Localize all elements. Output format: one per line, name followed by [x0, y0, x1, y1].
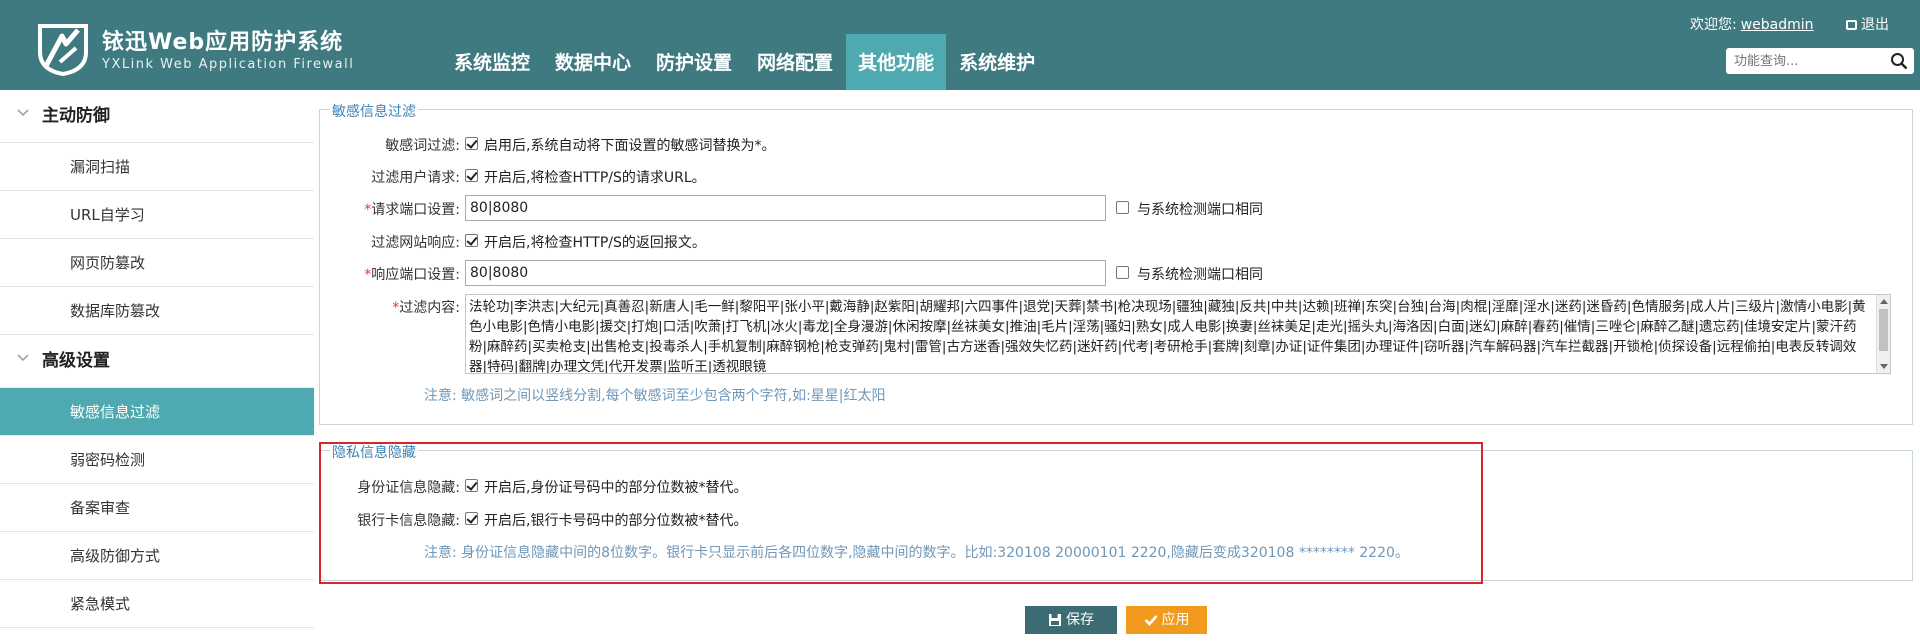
sidebar-item-weak-password[interactable]: 弱密码检测 — [0, 436, 314, 484]
nav-protection-settings[interactable]: 防护设置 — [644, 34, 744, 90]
resp-same-port-label: 与系统检测端口相同 — [1137, 267, 1263, 283]
sidebar-item-url-learning[interactable]: URL自学习 — [0, 191, 314, 239]
sidebar-group-advanced[interactable]: 高级设置 — [0, 335, 314, 387]
save-button[interactable]: 保存 — [1025, 606, 1117, 634]
app-subtitle: YXLink Web Application Firewall — [102, 57, 355, 72]
sidebar-item-vuln-scan[interactable]: 漏洞扫描 — [0, 143, 314, 191]
scroll-down-icon[interactable] — [1880, 364, 1888, 369]
sidebar-item-web-tamper[interactable]: 网页防篡改 — [0, 239, 314, 287]
req-port-label: *请求端口设置: — [364, 202, 460, 218]
logout-button[interactable]: 退出 — [1846, 14, 1889, 34]
function-search-input[interactable] — [1734, 51, 1884, 71]
chevron-down-icon — [17, 109, 29, 117]
req-same-port-label: 与系统检测端口相同 — [1137, 202, 1263, 218]
scroll-up-icon[interactable] — [1880, 299, 1888, 304]
filter-content-text: 法轮功|李洪志|大纪元|真善忍|新唐人|毛一鲜|黎阳平|张小平|戴海静|赵紫阳|… — [469, 299, 1866, 374]
nav-network-config[interactable]: 网络配置 — [745, 34, 845, 90]
resp-port-input[interactable] — [465, 260, 1106, 286]
resp-filter-desc: 开启后,将检查HTTP/S的返回报文。 — [484, 235, 706, 251]
sidebar-group-label: 高级设置 — [42, 351, 110, 371]
sidebar-item-db-tamper[interactable]: 数据库防篡改 — [0, 287, 314, 335]
nav-data-center[interactable]: 数据中心 — [543, 34, 643, 90]
chevron-down-icon — [17, 354, 29, 362]
req-port-label-text: 请求端口设置: — [371, 202, 460, 218]
content-label: *过滤内容: — [392, 300, 460, 316]
req-filter-desc: 开启后,将检查HTTP/S的请求URL。 — [484, 170, 706, 186]
main-nav: 系统监控 数据中心 防护设置 网络配置 其他功能 系统维护 — [442, 34, 1048, 90]
floppy-disk-icon — [1049, 614, 1061, 626]
welcome-label: 欢迎您: — [1690, 17, 1737, 33]
sidebar-item-emergency-mode[interactable]: 紧急模式 — [0, 580, 314, 628]
apply-label: 应用 — [1161, 612, 1190, 628]
nav-system-monitor[interactable]: 系统监控 — [442, 34, 542, 90]
save-label: 保存 — [1066, 612, 1094, 628]
apply-button[interactable]: 应用 — [1126, 606, 1207, 634]
sidebar-item-sensitive-filter[interactable]: 敏感信息过滤 — [0, 388, 314, 436]
lock-icon — [1846, 20, 1857, 30]
word-filter-label: 敏感词过滤: — [385, 138, 460, 154]
function-search — [1726, 48, 1914, 74]
nav-system-maintenance[interactable]: 系统维护 — [947, 34, 1047, 90]
sensitive-note: 注意: 敏感词之间以竖线分割,每个敏感词至少包含两个字符,如:星星|红太阳 — [424, 388, 886, 404]
resp-filter-checkbox[interactable] — [465, 234, 478, 247]
section-legend: 敏感信息过滤 — [330, 101, 418, 121]
filter-content-textarea[interactable]: 法轮功|李洪志|大纪元|真善忍|新唐人|毛一鲜|黎阳平|张小平|戴海静|赵紫阳|… — [465, 294, 1891, 374]
logout-label: 退出 — [1861, 17, 1889, 33]
sidebar-group-label: 主动防御 — [42, 106, 110, 126]
content-label-text: 过滤内容: — [399, 300, 460, 316]
req-port-input[interactable] — [465, 195, 1106, 221]
highlight-annotation — [319, 442, 1483, 584]
resp-port-label: *响应端口设置: — [364, 267, 460, 283]
sidebar-group-active-defense[interactable]: 主动防御 — [0, 90, 314, 142]
req-same-port-checkbox[interactable] — [1116, 201, 1129, 214]
word-filter-desc: 启用后,系统自动将下面设置的敏感词替换为*。 — [484, 138, 776, 154]
sidebar: 主动防御 漏洞扫描 URL自学习 网页防篡改 数据库防篡改 高级设置 敏感信息过… — [0, 90, 314, 641]
welcome-text: 欢迎您: webadmin — [1690, 14, 1814, 34]
word-filter-checkbox[interactable] — [465, 137, 478, 150]
textarea-scrollbar[interactable] — [1876, 295, 1890, 373]
app-title: 铱迅Web应用防护系统 — [102, 30, 344, 55]
sidebar-item-advanced-defense[interactable]: 高级防御方式 — [0, 532, 314, 580]
search-icon[interactable] — [1890, 52, 1908, 70]
req-filter-label: 过滤用户请求: — [371, 170, 460, 186]
check-icon — [1144, 615, 1157, 626]
nav-other-functions[interactable]: 其他功能 — [846, 34, 947, 90]
req-filter-checkbox[interactable] — [465, 169, 478, 182]
username-link[interactable]: webadmin — [1741, 17, 1814, 33]
resp-filter-label: 过滤网站响应: — [371, 235, 460, 251]
sidebar-item-filing-review[interactable]: 备案审查 — [0, 484, 314, 532]
yxlink-logo-icon — [38, 24, 88, 76]
top-header: 铱迅Web应用防护系统 YXLink Web Application Firew… — [0, 0, 1920, 90]
scroll-thumb[interactable] — [1879, 309, 1888, 351]
resp-same-port-checkbox[interactable] — [1116, 266, 1129, 279]
resp-port-label-text: 响应端口设置: — [371, 267, 460, 283]
